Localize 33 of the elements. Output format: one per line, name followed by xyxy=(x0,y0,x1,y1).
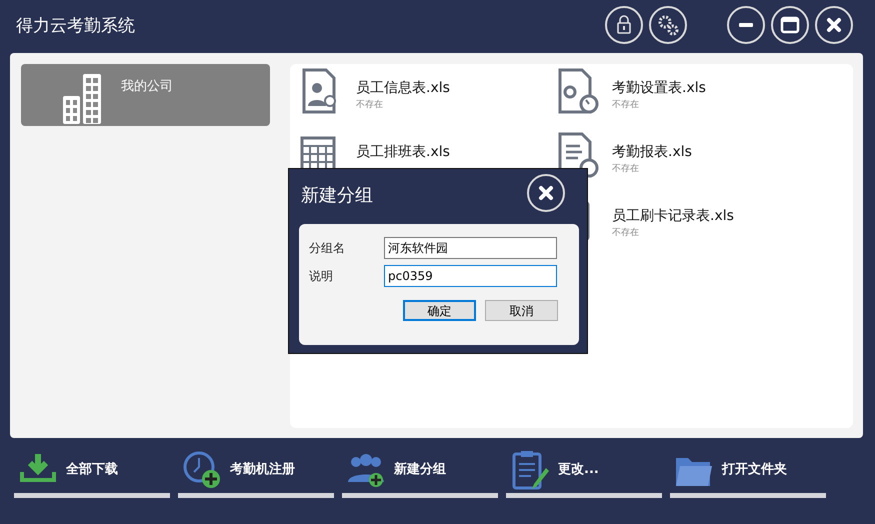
toolbar-button[interactable]: 打开文件夹 xyxy=(670,448,826,498)
clock-plus-icon xyxy=(182,450,222,490)
settings-button[interactable] xyxy=(649,6,687,44)
file-name: 员工信息表.xls xyxy=(356,78,450,98)
file-status: 不存在 xyxy=(612,98,640,112)
toolbar-button[interactable]: 考勤机注册 xyxy=(178,448,334,498)
file-name: 员工刷卡记录表.xls xyxy=(612,206,734,226)
input-field[interactable]: pc0359 xyxy=(384,265,557,287)
lock-button[interactable] xyxy=(605,6,643,44)
close-button[interactable] xyxy=(527,174,565,212)
minimize-icon xyxy=(739,23,753,27)
minimize-button[interactable] xyxy=(727,6,765,44)
clipboard-pencil-icon xyxy=(510,450,550,490)
file-status: 不存在 xyxy=(356,98,384,112)
toolbar-button[interactable]: 全部下载 xyxy=(14,448,170,498)
file-name: 员工排班表.xls xyxy=(356,142,450,162)
toolbar-button[interactable]: 新建分组 xyxy=(342,448,498,498)
field-label: 说明 xyxy=(309,268,334,285)
window-title: 得力云考勤系统 xyxy=(16,15,135,38)
buildings-icon xyxy=(63,74,103,124)
close-button[interactable] xyxy=(815,6,853,44)
file-status: 不存在 xyxy=(612,162,640,176)
maximize-button[interactable] xyxy=(771,6,809,44)
sidebar-item[interactable]: 我的公司 xyxy=(21,64,270,126)
dialog-title: 新建分组 xyxy=(301,184,373,208)
file-name: 考勤设置表.xls xyxy=(612,78,706,98)
toolbar-button[interactable]: 更改... xyxy=(506,448,662,498)
file-name: 考勤报表.xls xyxy=(612,142,692,162)
dialog-button[interactable]: 取消 xyxy=(485,300,558,321)
field-label: 分组名 xyxy=(309,240,346,257)
input-field[interactable]: 河东软件园 xyxy=(384,237,557,259)
dialog-button[interactable]: 确定 xyxy=(403,300,476,321)
file-status: 不存在 xyxy=(612,226,640,240)
